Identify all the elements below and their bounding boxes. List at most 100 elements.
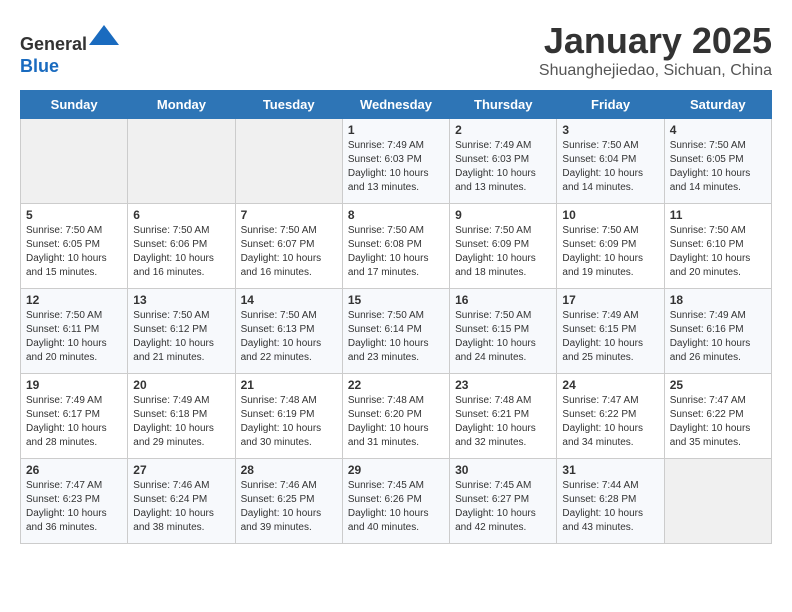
day-info: Sunrise: 7:50 AM Sunset: 6:09 PM Dayligh… xyxy=(455,224,551,280)
day-info: Sunrise: 7:50 AM Sunset: 6:08 PM Dayligh… xyxy=(348,224,444,280)
day-info: Sunrise: 7:50 AM Sunset: 6:06 PM Dayligh… xyxy=(133,224,229,280)
weekday-header-thursday: Thursday xyxy=(450,91,557,119)
day-number: 16 xyxy=(455,293,551,307)
weekday-header-wednesday: Wednesday xyxy=(342,91,449,119)
day-info: Sunrise: 7:47 AM Sunset: 6:22 PM Dayligh… xyxy=(562,394,658,450)
day-number: 28 xyxy=(241,463,337,477)
day-info: Sunrise: 7:48 AM Sunset: 6:20 PM Dayligh… xyxy=(348,394,444,450)
day-number: 2 xyxy=(455,123,551,137)
calendar-cell xyxy=(21,119,128,204)
day-info: Sunrise: 7:50 AM Sunset: 6:04 PM Dayligh… xyxy=(562,139,658,195)
calendar-cell: 1 Sunrise: 7:49 AM Sunset: 6:03 PM Daylig… xyxy=(342,119,449,204)
weekday-header-saturday: Saturday xyxy=(664,91,771,119)
calendar-cell: 14Sunrise: 7:50 AM Sunset: 6:13 PM Dayli… xyxy=(235,289,342,374)
calendar-cell: 5 Sunrise: 7:50 AM Sunset: 6:05 PM Daylig… xyxy=(21,204,128,289)
calendar-cell: 24 Sunrise: 7:47 AM Sunset: 6:22 PM Dayli… xyxy=(557,374,664,459)
day-info: Sunrise: 7:49 AM Sunset: 6:18 PM Dayligh… xyxy=(133,394,229,450)
calendar-cell: 4 Sunrise: 7:50 AM Sunset: 6:05 PM Daylig… xyxy=(664,119,771,204)
calendar-cell: 12 Sunrise: 7:50 AM Sunset: 6:11 PM Dayli… xyxy=(21,289,128,374)
calendar-table: SundayMondayTuesdayWednesdayThursdayFrid… xyxy=(20,90,772,544)
logo-icon xyxy=(89,20,119,50)
day-info: Sunrise: 7:48 AM Sunset: 6:19 PM Dayligh… xyxy=(241,394,337,450)
calendar-cell: 15Sunrise: 7:50 AM Sunset: 6:14 PM Dayli… xyxy=(342,289,449,374)
day-number: 1 xyxy=(348,123,444,137)
week-row-1: 1 Sunrise: 7:49 AM Sunset: 6:03 PM Daylig… xyxy=(21,119,772,204)
calendar-cell: 19 Sunrise: 7:49 AM Sunset: 6:17 PM Dayli… xyxy=(21,374,128,459)
calendar-cell: 6 Sunrise: 7:50 AM Sunset: 6:06 PM Daylig… xyxy=(128,204,235,289)
day-number: 17 xyxy=(562,293,658,307)
day-info: Sunrise: 7:49 AM Sunset: 6:15 PM Dayligh… xyxy=(562,309,658,365)
day-number: 10 xyxy=(562,208,658,222)
day-number: 6 xyxy=(133,208,229,222)
day-number: 11 xyxy=(670,208,766,222)
calendar-cell: 31 Sunrise: 7:44 AM Sunset: 6:28 PM Dayli… xyxy=(557,459,664,544)
day-number: 19 xyxy=(26,378,122,392)
day-info: Sunrise: 7:46 AM Sunset: 6:24 PM Dayligh… xyxy=(133,479,229,535)
day-number: 7 xyxy=(241,208,337,222)
day-info: Sunrise: 7:45 AM Sunset: 6:26 PM Dayligh… xyxy=(348,479,444,535)
calendar-cell xyxy=(235,119,342,204)
day-number: 14 xyxy=(241,293,337,307)
weekday-header-tuesday: Tuesday xyxy=(235,91,342,119)
day-info: Sunrise: 7:50 AM Sunset: 6:05 PM Dayligh… xyxy=(670,139,766,195)
calendar-cell: 17 Sunrise: 7:49 AM Sunset: 6:15 PM Dayli… xyxy=(557,289,664,374)
day-number: 18 xyxy=(670,293,766,307)
day-number: 12 xyxy=(26,293,122,307)
calendar-cell: 13 Sunrise: 7:50 AM Sunset: 6:12 PM Dayli… xyxy=(128,289,235,374)
calendar-cell: 2 Sunrise: 7:49 AM Sunset: 6:03 PM Daylig… xyxy=(450,119,557,204)
day-info: Sunrise: 7:47 AM Sunset: 6:23 PM Dayligh… xyxy=(26,479,122,535)
calendar-cell: 7Sunrise: 7:50 AM Sunset: 6:07 PM Daylig… xyxy=(235,204,342,289)
calendar-cell: 26 Sunrise: 7:47 AM Sunset: 6:23 PM Dayli… xyxy=(21,459,128,544)
week-row-5: 26 Sunrise: 7:47 AM Sunset: 6:23 PM Dayli… xyxy=(21,459,772,544)
day-info: Sunrise: 7:49 AM Sunset: 6:03 PM Dayligh… xyxy=(455,139,551,195)
day-number: 13 xyxy=(133,293,229,307)
weekday-header-friday: Friday xyxy=(557,91,664,119)
day-info: Sunrise: 7:49 AM Sunset: 6:17 PM Dayligh… xyxy=(26,394,122,450)
weekday-header-monday: Monday xyxy=(128,91,235,119)
calendar-cell: 27 Sunrise: 7:46 AM Sunset: 6:24 PM Dayli… xyxy=(128,459,235,544)
day-number: 8 xyxy=(348,208,444,222)
day-number: 9 xyxy=(455,208,551,222)
day-info: Sunrise: 7:46 AM Sunset: 6:25 PM Dayligh… xyxy=(241,479,337,535)
title-block: January 2025 Shuanghejiedao, Sichuan, Ch… xyxy=(539,20,772,80)
week-row-4: 19 Sunrise: 7:49 AM Sunset: 6:17 PM Dayli… xyxy=(21,374,772,459)
calendar-cell: 8 Sunrise: 7:50 AM Sunset: 6:08 PM Daylig… xyxy=(342,204,449,289)
logo-blue: Blue xyxy=(20,56,59,76)
weekday-header-row: SundayMondayTuesdayWednesdayThursdayFrid… xyxy=(21,91,772,119)
calendar-subtitle: Shuanghejiedao, Sichuan, China xyxy=(539,62,772,80)
day-number: 23 xyxy=(455,378,551,392)
day-info: Sunrise: 7:44 AM Sunset: 6:28 PM Dayligh… xyxy=(562,479,658,535)
day-info: Sunrise: 7:50 AM Sunset: 6:11 PM Dayligh… xyxy=(26,309,122,365)
calendar-cell: 10Sunrise: 7:50 AM Sunset: 6:09 PM Dayli… xyxy=(557,204,664,289)
calendar-cell: 16Sunrise: 7:50 AM Sunset: 6:15 PM Dayli… xyxy=(450,289,557,374)
day-number: 15 xyxy=(348,293,444,307)
calendar-cell xyxy=(664,459,771,544)
weekday-header-sunday: Sunday xyxy=(21,91,128,119)
day-number: 3 xyxy=(562,123,658,137)
day-info: Sunrise: 7:49 AM Sunset: 6:16 PM Dayligh… xyxy=(670,309,766,365)
day-info: Sunrise: 7:49 AM Sunset: 6:03 PM Dayligh… xyxy=(348,139,444,195)
day-number: 31 xyxy=(562,463,658,477)
calendar-cell: 20Sunrise: 7:49 AM Sunset: 6:18 PM Dayli… xyxy=(128,374,235,459)
day-number: 25 xyxy=(670,378,766,392)
day-number: 26 xyxy=(26,463,122,477)
day-info: Sunrise: 7:50 AM Sunset: 6:05 PM Dayligh… xyxy=(26,224,122,280)
day-number: 21 xyxy=(241,378,337,392)
day-number: 4 xyxy=(670,123,766,137)
calendar-cell: 28 Sunrise: 7:46 AM Sunset: 6:25 PM Dayli… xyxy=(235,459,342,544)
calendar-cell: 11Sunrise: 7:50 AM Sunset: 6:10 PM Dayli… xyxy=(664,204,771,289)
day-info: Sunrise: 7:48 AM Sunset: 6:21 PM Dayligh… xyxy=(455,394,551,450)
day-number: 22 xyxy=(348,378,444,392)
calendar-cell: 30Sunrise: 7:45 AM Sunset: 6:27 PM Dayli… xyxy=(450,459,557,544)
day-info: Sunrise: 7:45 AM Sunset: 6:27 PM Dayligh… xyxy=(455,479,551,535)
calendar-cell: 25Sunrise: 7:47 AM Sunset: 6:22 PM Dayli… xyxy=(664,374,771,459)
calendar-title: January 2025 xyxy=(539,20,772,62)
day-number: 24 xyxy=(562,378,658,392)
calendar-cell: 22 Sunrise: 7:48 AM Sunset: 6:20 PM Dayli… xyxy=(342,374,449,459)
calendar-cell: 3 Sunrise: 7:50 AM Sunset: 6:04 PM Daylig… xyxy=(557,119,664,204)
calendar-cell: 9 Sunrise: 7:50 AM Sunset: 6:09 PM Daylig… xyxy=(450,204,557,289)
day-info: Sunrise: 7:50 AM Sunset: 6:12 PM Dayligh… xyxy=(133,309,229,365)
day-number: 5 xyxy=(26,208,122,222)
day-number: 27 xyxy=(133,463,229,477)
logo-general: General xyxy=(20,34,87,54)
